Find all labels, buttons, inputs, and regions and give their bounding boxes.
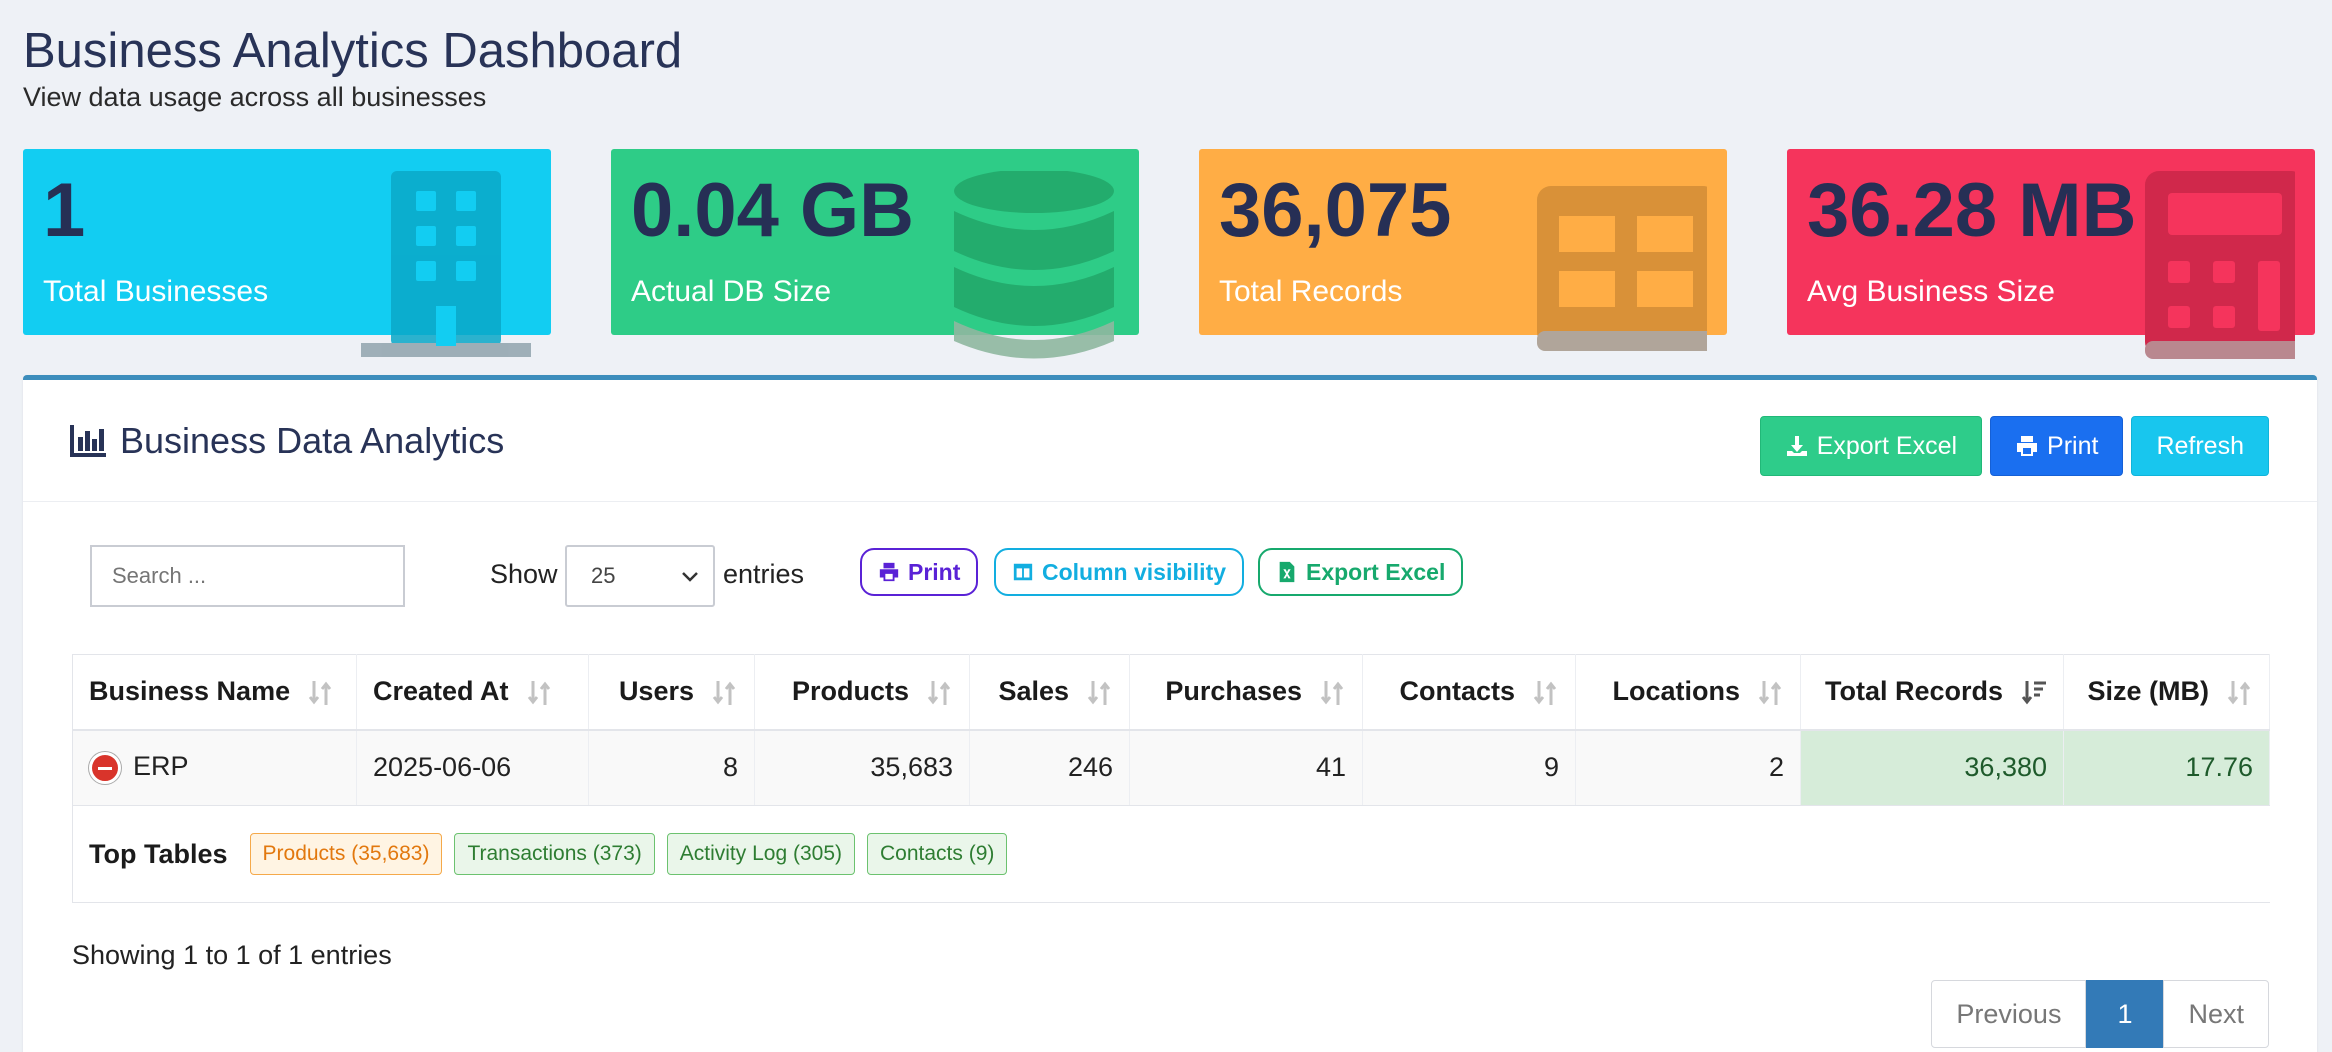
cell-size-mb: 17.76 xyxy=(2063,729,2270,806)
sort-icon xyxy=(1758,681,1782,706)
show-label: Show xyxy=(490,559,558,589)
card-total-records: 36,075 Total Records xyxy=(1199,149,1727,351)
tag-contacts: Contacts (9) xyxy=(867,833,1008,875)
card-value: 1 xyxy=(43,168,86,253)
cell-sales: 246 xyxy=(969,729,1130,806)
sort-icon xyxy=(527,681,550,706)
cell-users: 8 xyxy=(588,729,755,806)
stat-cards: 1 Total Businesses 0.04 GB Actual DB Siz… xyxy=(23,149,2317,359)
child-row: Top Tables Products (35,683) Transaction… xyxy=(72,805,2270,903)
next-page-button[interactable]: Next xyxy=(2163,980,2269,1048)
column-header-purchases[interactable]: Purchases xyxy=(1129,654,1363,731)
previous-page-button[interactable]: Previous xyxy=(1931,980,2087,1048)
column-header-created-at[interactable]: Created At xyxy=(356,654,589,731)
page-title: Business Analytics Dashboard xyxy=(23,24,683,78)
card-value: 36,075 xyxy=(1219,168,1452,253)
sort-icon xyxy=(1533,681,1557,706)
table-row: ERP 2025-06-06 8 35,683 246 41 9 2 36,38… xyxy=(72,729,2270,806)
column-header-users[interactable]: Users xyxy=(588,654,755,731)
pagination: Previous 1 Next xyxy=(1931,980,2269,1048)
table-icon xyxy=(1537,171,1717,361)
column-header-total-records[interactable]: Total Records xyxy=(1800,654,2064,731)
cell-created-at: 2025-06-06 xyxy=(356,729,589,806)
card-value: 0.04 GB xyxy=(631,168,915,253)
cell-contacts: 9 xyxy=(1362,729,1576,806)
entries-label: entries xyxy=(723,559,805,589)
columns-icon xyxy=(1013,563,1033,581)
calculator-icon xyxy=(2125,171,2305,361)
page-subtitle: View data usage across all businesses xyxy=(23,82,487,112)
panel-title: Business Data Analytics xyxy=(70,420,504,462)
tag-products: Products (35,683) xyxy=(249,833,443,875)
refresh-button[interactable]: Refresh xyxy=(2131,416,2269,476)
panel-header: Business Data Analytics Export Excel Pri… xyxy=(23,380,2317,502)
chart-bar-icon xyxy=(70,425,106,457)
cell-products: 35,683 xyxy=(754,729,970,806)
page-1-button[interactable]: 1 xyxy=(2086,980,2164,1048)
chevron-down-icon xyxy=(682,572,698,582)
excel-file-icon xyxy=(1279,561,1295,583)
column-header-business-name[interactable]: Business Name xyxy=(72,654,357,731)
card-value: 36.28 MB xyxy=(1807,168,2137,253)
column-header-sales[interactable]: Sales xyxy=(969,654,1130,731)
table-controls: Show 25 entries Print Column visibility … xyxy=(90,545,2190,607)
tag-transactions: Transactions (373) xyxy=(454,833,655,875)
card-label: Actual DB Size xyxy=(631,275,832,308)
business-table: Business Name Created At Users Products … xyxy=(72,654,2270,903)
sort-icon xyxy=(1320,681,1344,706)
printer-icon xyxy=(879,562,899,582)
sort-icon xyxy=(927,681,951,706)
card-label: Total Businesses xyxy=(43,275,269,308)
sort-desc-icon xyxy=(2021,681,2046,705)
print-button[interactable]: Print xyxy=(1990,416,2124,476)
cell-business-name: ERP xyxy=(72,729,357,806)
card-avg-size: 36.28 MB Avg Business Size xyxy=(1787,149,2315,359)
analytics-panel: Business Data Analytics Export Excel Pri… xyxy=(23,375,2317,1052)
panel-title-text: Business Data Analytics xyxy=(120,420,505,461)
table-info: Showing 1 to 1 of 1 entries xyxy=(72,940,392,970)
column-visibility-button[interactable]: Column visibility xyxy=(994,548,1245,596)
entries-select[interactable]: 25 xyxy=(565,545,715,607)
sort-icon xyxy=(308,681,332,706)
collapse-row-icon[interactable] xyxy=(89,752,121,785)
page-header: Business Analytics Dashboard View data u… xyxy=(23,22,682,113)
database-icon xyxy=(949,169,1119,361)
column-header-size-mb[interactable]: Size (MB) xyxy=(2063,654,2270,731)
column-header-contacts[interactable]: Contacts xyxy=(1362,654,1576,731)
tag-activity-log: Activity Log (305) xyxy=(666,833,855,875)
sort-icon xyxy=(712,681,736,706)
top-tables-label: Top Tables xyxy=(89,838,228,869)
card-total-businesses: 1 Total Businesses xyxy=(23,149,551,357)
building-icon xyxy=(351,171,541,361)
panel-actions: Export Excel Print Refresh xyxy=(1759,416,2269,476)
top-tables: Top Tables Products (35,683) Transaction… xyxy=(89,833,2254,875)
cell-locations: 2 xyxy=(1575,729,1801,806)
search-input[interactable] xyxy=(90,545,405,607)
column-header-locations[interactable]: Locations xyxy=(1575,654,1801,731)
child-cell: Top Tables Products (35,683) Transaction… xyxy=(72,805,2270,903)
sort-icon xyxy=(2227,681,2251,706)
table-header-row: Business Name Created At Users Products … xyxy=(72,654,2270,731)
card-label: Total Records xyxy=(1219,275,1403,308)
export-excel-button[interactable]: Export Excel xyxy=(1759,416,1983,476)
printer-icon xyxy=(2017,436,2038,456)
table-print-button[interactable]: Print xyxy=(860,548,979,596)
cell-purchases: 41 xyxy=(1129,729,1363,806)
download-icon xyxy=(1786,436,1807,456)
sort-icon xyxy=(1087,681,1111,706)
card-db-size: 0.04 GB Actual DB Size xyxy=(611,149,1139,359)
column-header-products[interactable]: Products xyxy=(754,654,970,731)
table-export-excel-button[interactable]: Export Excel xyxy=(1258,548,1464,596)
card-label: Avg Business Size xyxy=(1807,275,2055,308)
cell-total-records: 36,380 xyxy=(1800,729,2064,806)
